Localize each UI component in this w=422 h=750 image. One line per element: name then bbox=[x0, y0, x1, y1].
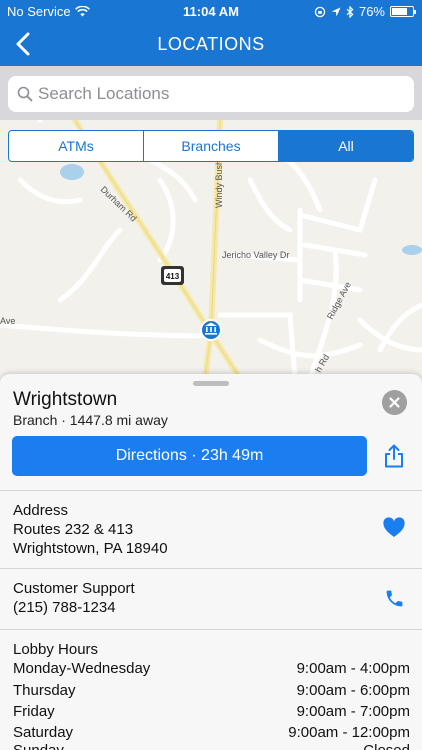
hours-time: 9:00am - 4:00pm bbox=[296, 660, 410, 677]
hours-time: 9:00am - 6:00pm bbox=[296, 682, 410, 699]
hours-row: Thursday 9:00am - 6:00pm bbox=[13, 682, 410, 699]
search-bar bbox=[0, 66, 422, 120]
address-line-2: Wrightstown, PA 18940 bbox=[13, 540, 168, 557]
location-subtitle: Branch · 1447.8 mi away bbox=[13, 412, 168, 428]
map-label: Jericho Valley Dr bbox=[222, 250, 289, 260]
app-header: No Service 11:04 AM 76% LOCATIONS bbox=[0, 0, 422, 66]
hours-day: Monday-Wednesday bbox=[13, 660, 151, 677]
battery-icon bbox=[390, 6, 416, 17]
hours-time: 9:00am - 12:00pm bbox=[288, 724, 410, 741]
search-input[interactable] bbox=[38, 76, 398, 112]
filter-atms[interactable]: ATMs bbox=[9, 131, 144, 161]
filter-all[interactable]: All bbox=[279, 131, 413, 161]
bluetooth-icon bbox=[346, 5, 354, 18]
hours-day: Saturday bbox=[13, 724, 74, 741]
orientation-lock-icon bbox=[314, 6, 326, 17]
support-title: Customer Support bbox=[13, 580, 135, 597]
page-title: LOCATIONS bbox=[157, 34, 265, 54]
bank-location-marker[interactable] bbox=[200, 319, 222, 341]
location-name: Wrightstown bbox=[13, 389, 118, 410]
address-title: Address bbox=[13, 502, 69, 519]
phone-icon[interactable] bbox=[384, 588, 405, 609]
support-phone[interactable]: (215) 788-1234 bbox=[13, 599, 116, 616]
location-detail-sheet: Wrightstown Branch · 1447.8 mi away Dire… bbox=[0, 374, 422, 750]
hours-row: Friday 9:00am - 7:00pm bbox=[13, 703, 410, 720]
navigation-bar: LOCATIONS bbox=[0, 22, 422, 66]
route-shield-icon: 413 bbox=[161, 266, 184, 285]
map-label: Windy Bush bbox=[214, 160, 224, 208]
location-filter: ATMs Branches All bbox=[8, 130, 414, 162]
svg-text:413: 413 bbox=[166, 272, 180, 281]
status-bar: No Service 11:04 AM 76% bbox=[0, 0, 422, 22]
lobby-hours-title: Lobby Hours bbox=[13, 641, 99, 658]
hours-time: 9:00am - 7:00pm bbox=[296, 703, 410, 720]
sheet-drag-handle[interactable] bbox=[193, 381, 229, 386]
search-box[interactable] bbox=[8, 76, 414, 112]
battery-percent: 76% bbox=[358, 4, 385, 19]
share-icon[interactable] bbox=[383, 444, 405, 468]
map-label: Ave bbox=[0, 316, 15, 326]
hours-row: Sunday Closed bbox=[13, 742, 410, 750]
close-icon[interactable] bbox=[382, 390, 407, 415]
hours-day: Sunday bbox=[13, 742, 64, 750]
hours-day: Thursday bbox=[13, 682, 76, 699]
filter-branches[interactable]: Branches bbox=[144, 131, 279, 161]
directions-button[interactable]: Directions · 23h 49m bbox=[12, 436, 367, 476]
hours-day: Friday bbox=[13, 703, 55, 720]
hours-time: Closed bbox=[363, 742, 410, 750]
search-icon bbox=[17, 86, 33, 102]
location-arrow-icon bbox=[331, 7, 341, 16]
heart-icon[interactable] bbox=[383, 517, 405, 539]
hours-row: Saturday 9:00am - 12:00pm bbox=[13, 724, 410, 741]
address-line-1: Routes 232 & 413 bbox=[13, 521, 134, 538]
hours-row: Monday-Wednesday 9:00am - 4:00pm bbox=[13, 660, 410, 677]
